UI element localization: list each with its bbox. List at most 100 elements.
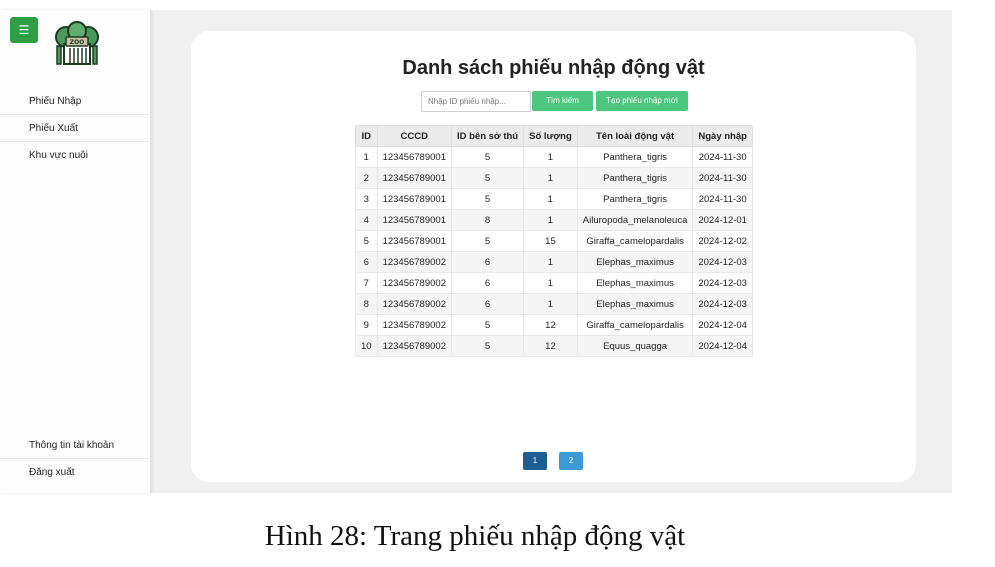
table-cell: 2024-11-30 [692,146,753,168]
table-cell: 1 [523,293,578,315]
logo-text: ZOO [70,39,85,46]
sidebar-item-phieu-xuat[interactable]: Phiếu Xuất [0,115,151,142]
app-screen: ☰ ZOO Phiếu Nhập Phiếu Xuất Khu vực nuôi… [0,10,952,493]
table-cell: 5 [450,314,525,336]
table-cell: 7 [355,272,378,294]
menu-toggle-button[interactable]: ☰ [10,17,38,43]
table-header-row: ID CCCD ID bên sở thú Số lượng Tên loài … [355,125,753,147]
table-row: 9 123456789002 5 12 Giraffa_camelopardalis 20… [355,314,753,336]
sidebar-item-logout[interactable]: Đăng xuất [0,459,151,486]
table-row: 1 123456789001 5 1 Panthera_tigris 2024-11-30 [355,146,753,168]
table-row: 7 123456789002 6 1 Elephas_maximus 2024-12-03 [355,272,753,294]
table-cell: 12 [523,335,578,357]
table-cell: 123456789002 [376,293,452,315]
column-header: CCCD [376,125,452,147]
table-row: 6 123456789002 6 1 Elephas_maximus 2024-12-03 [355,251,753,273]
table-cell: 123456789001 [376,230,452,252]
table-cell: 123456789001 [376,209,452,231]
table-cell: 5 [355,230,378,252]
sidebar-item-phieu-nhap[interactable]: Phiếu Nhập [0,88,151,115]
table-cell: 8 [450,209,525,231]
table-cell: 8 [355,293,378,315]
table-cell: 2 [355,167,378,189]
page-1-button[interactable]: 1 [523,452,547,470]
page-title: Danh sách phiếu nhập động vật [402,57,705,79]
table-cell: Giraffa_camelopardalis [576,230,694,252]
create-receipt-button[interactable]: Tạo phiếu nhập mới [596,91,688,111]
table-cell: 5 [450,188,525,210]
figure-caption: Hình 28: Trang phiếu nhập động vật [264,520,686,552]
sidebar: ☰ ZOO Phiếu Nhập Phiếu Xuất Khu vực nuôi… [0,10,151,493]
table-cell: Elephas_maximus [576,251,694,273]
table-cell: 123456789001 [376,146,452,168]
table-cell: Panthera_tigris [576,188,694,210]
table-row: 5 123456789001 5 15 Giraffa_camelopardalis 20… [355,230,753,252]
table-cell: Panthera_tigris [576,146,694,168]
table-cell: 123456789002 [376,251,452,273]
table-body: 1 123456789001 5 1 Panthera_tigris 2024-11-30… [355,146,753,357]
search-button[interactable]: Tìm kiếm [532,91,593,111]
sidebar-item-khu-vuc-nuoi[interactable]: Khu vực nuôi [0,142,151,169]
table-cell: 10 [355,335,378,357]
sidebar-item-account-info[interactable]: Thông tin tài khoản [0,432,151,459]
table-cell: 5 [450,230,525,252]
table-row: 3 123456789001 5 1 Panthera_tigris 2024-11-30 [355,188,753,210]
table-cell: 5 [450,146,525,168]
table-cell: 1 [523,188,578,210]
search-input[interactable] [421,91,531,112]
main-card: Danh sách phiếu nhập động vật Tìm kiếm T… [191,31,916,482]
table-cell: 15 [523,230,578,252]
table-cell: 2024-12-04 [692,314,753,336]
table-cell: Ailuropoda_melanoleuca [576,209,694,231]
table-row: 2 123456789001 5 1 Panthera_tigris 2024-11-30 [355,167,753,189]
table-cell: Giraffa_camelopardalis [576,314,694,336]
table-cell: 1 [523,251,578,273]
table-cell: 123456789002 [376,335,452,357]
hamburger-icon: ☰ [18,23,30,37]
table-cell: 6 [450,293,525,315]
column-header: Tên loài động vật [576,125,694,147]
column-header: ID [355,125,378,147]
table-cell: 123456789002 [376,272,452,294]
table-cell: 3 [355,188,378,210]
table-cell: 1 [355,146,378,168]
table-cell: 123456789001 [376,167,452,189]
table-cell: 6 [450,272,525,294]
zoo-logo-icon: ZOO [55,21,99,65]
table-cell: Elephas_maximus [576,272,694,294]
table-cell: 2024-11-30 [692,167,753,189]
table-cell: 2024-12-04 [692,335,753,357]
table-row: 8 123456789002 6 1 Elephas_maximus 2024-12-03 [355,293,753,315]
table-cell: 4 [355,209,378,231]
table-cell: 12 [523,314,578,336]
table-cell: 1 [523,209,578,231]
column-header: Ngày nhập [692,125,753,147]
table-cell: 5 [450,335,525,357]
table-cell: 2024-11-30 [692,188,753,210]
page-2-button[interactable]: 2 [559,452,583,470]
table-cell: 2024-12-03 [692,272,753,294]
table-cell: 2024-12-03 [692,251,753,273]
column-header: ID bên sở thú [450,125,525,147]
table-cell: Equus_quagga [576,335,694,357]
table-cell: 6 [355,251,378,273]
table-cell: Panthera_tigris [576,167,694,189]
table-row: 10 123456789002 5 12 Equus_quagga 2024-12-04 [355,335,753,357]
table-cell: 1 [523,167,578,189]
receipts-table: ID CCCD ID bên sở thú Số lượng Tên loài … [355,125,753,357]
table-cell: 1 [523,272,578,294]
table-cell: 2024-12-01 [692,209,753,231]
table-cell: 1 [523,146,578,168]
table-row: 4 123456789001 8 1 Ailuropoda_melanoleuca 202… [355,209,753,231]
table-cell: 5 [450,167,525,189]
table-cell: 6 [450,251,525,273]
table-cell: Elephas_maximus [576,293,694,315]
table-cell: 2024-12-03 [692,293,753,315]
column-header: Số lượng [523,125,578,147]
table-cell: 123456789002 [376,314,452,336]
table-cell: 2024-12-02 [692,230,753,252]
sidebar-bottom-nav: Thông tin tài khoản Đăng xuất [0,432,151,486]
table-cell: 9 [355,314,378,336]
table-cell: 123456789001 [376,188,452,210]
sidebar-nav: Phiếu Nhập Phiếu Xuất Khu vực nuôi [0,88,151,169]
